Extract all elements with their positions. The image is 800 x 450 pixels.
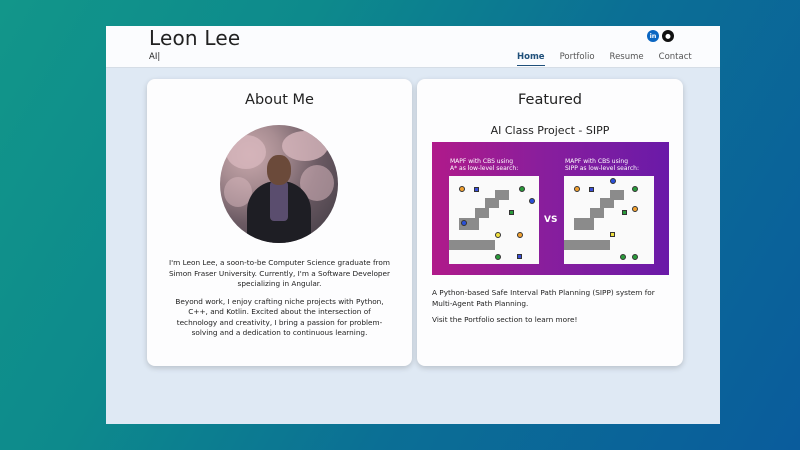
project-paragraph: Visit the Portfolio section to learn mor… (432, 315, 578, 324)
featured-card: Featured AI Class Project - SIPP MAPF wi… (417, 79, 683, 366)
main-nav: Home Portfolio Resume Contact (517, 52, 692, 66)
featured-title: Featured (518, 92, 582, 108)
project-title[interactable]: AI Class Project - SIPP (417, 124, 683, 137)
nav-contact[interactable]: Contact (659, 52, 692, 66)
astar-grid (449, 176, 539, 264)
right-panel-label: MAPF with CBS using SIPP as low-level se… (565, 158, 639, 172)
left-panel-label: MAPF with CBS using A* as low-level sear… (450, 158, 519, 172)
linkedin-icon[interactable]: in (647, 30, 659, 42)
about-paragraph: I'm Leon Lee, a soon-to-be Computer Scie… (168, 258, 391, 288)
about-paragraph: Beyond work, I enjoy crafting niche proj… (175, 296, 384, 338)
about-card: About Me I'm Leon Lee, a soon-to-be Comp… (147, 79, 412, 366)
site-header: Leon Lee AI| in ● Home Portfolio Resume … (106, 26, 720, 68)
github-icon[interactable]: ● (662, 30, 674, 42)
browser-viewport: Leon Lee AI| in ● Home Portfolio Resume … (106, 26, 720, 424)
nav-portfolio[interactable]: Portfolio (560, 52, 595, 66)
nav-home[interactable]: Home (517, 52, 545, 66)
about-title: About Me (245, 92, 314, 108)
about-text: I'm Leon Lee, a soon-to-be Computer Scie… (167, 258, 392, 339)
project-preview-image[interactable]: MAPF with CBS using A* as low-level sear… (432, 142, 669, 275)
project-description: A Python-based Safe Interval Path Planni… (432, 288, 668, 326)
profile-photo (220, 125, 338, 243)
vs-label: VS (544, 215, 558, 225)
nav-resume[interactable]: Resume (610, 52, 644, 66)
sipp-grid (564, 176, 654, 264)
typing-subtitle: AI| (149, 52, 161, 62)
site-title[interactable]: Leon Lee (149, 26, 240, 50)
project-paragraph: A Python-based Safe Interval Path Planni… (432, 288, 655, 308)
social-links: in ● (647, 30, 674, 42)
